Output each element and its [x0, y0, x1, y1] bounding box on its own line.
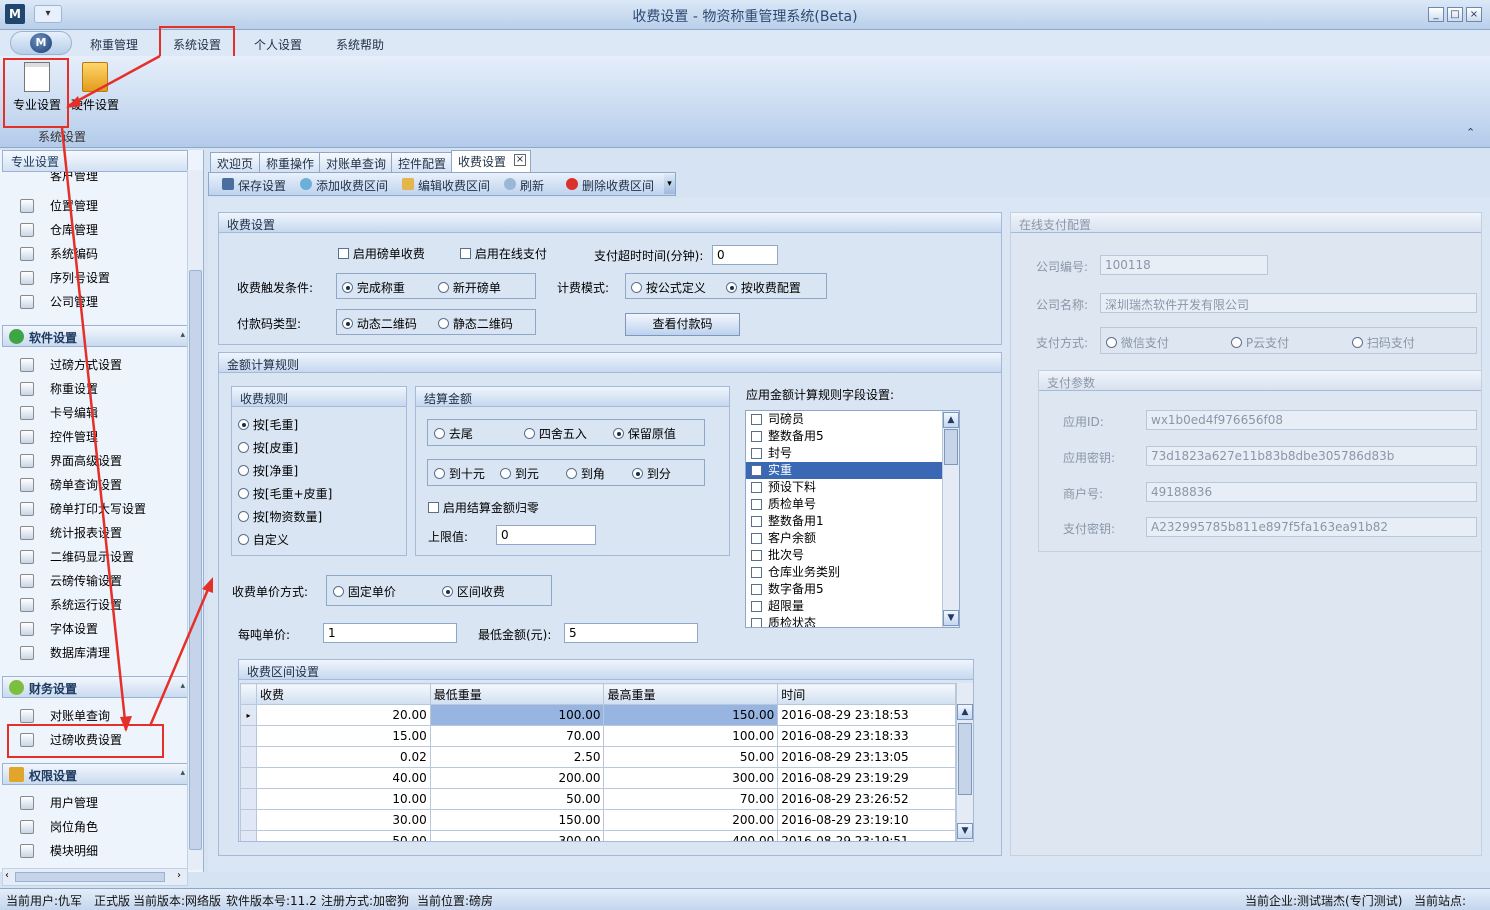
status-version-type: 当前版本:网络版 [133, 894, 222, 908]
status-location: 当前位置:磅房 [417, 894, 494, 908]
status-company: 当前企业:测试瑞杰(专门测试) [1245, 894, 1403, 908]
status-software-version: 软件版本号:11.2 [226, 894, 317, 908]
arrowhead [66, 96, 81, 108]
arrow-menu-to-ribbon [67, 54, 161, 108]
status-register: 注册方式:加密狗 [321, 894, 410, 908]
arrow-nav-to-content [148, 579, 214, 727]
status-user: 当前用户:仇军 [6, 894, 83, 908]
status-edition: 正式版 [94, 894, 131, 908]
annotation-arrows [60, 54, 214, 732]
arrowhead [202, 577, 213, 593]
status-site: 当前站点: [1414, 894, 1467, 908]
arrowhead [120, 716, 132, 732]
arrow-ribbon-to-nav [60, 127, 128, 731]
